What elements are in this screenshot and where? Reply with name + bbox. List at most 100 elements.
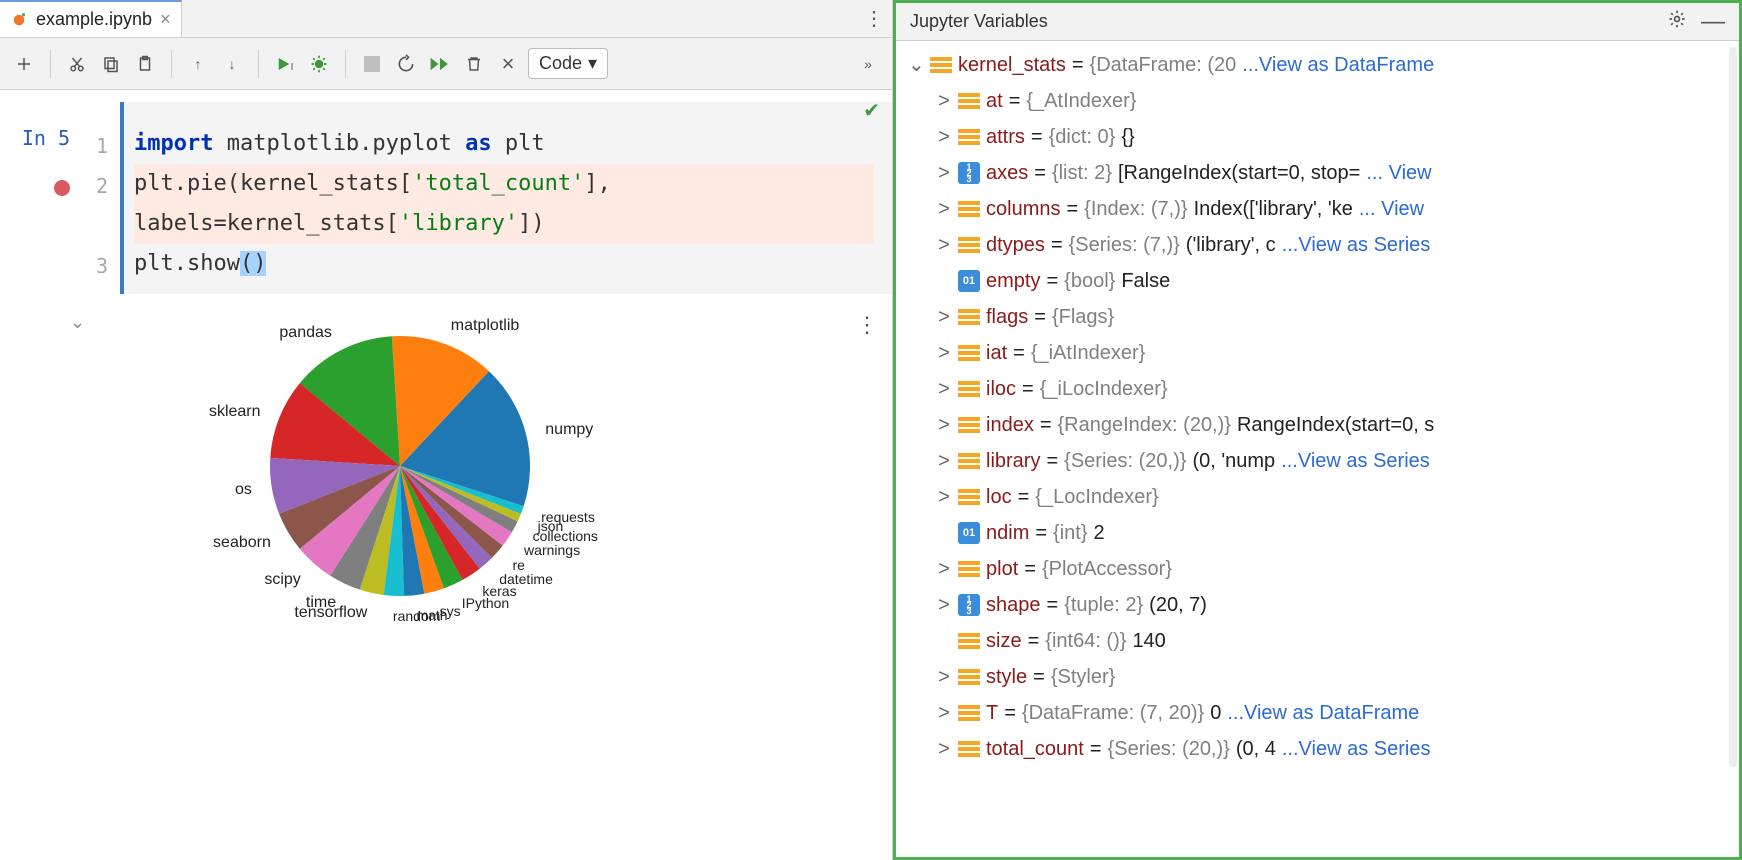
var-item[interactable]: size = {int64: ()} 140: [908, 623, 1727, 659]
tab-bar: example.ipynb × ⋮: [0, 0, 892, 38]
interrupt-button[interactable]: [358, 50, 386, 78]
scrollbar[interactable]: [1729, 47, 1737, 767]
output-collapse-icon[interactable]: ⌄: [70, 312, 85, 333]
panel-title: Jupyter Variables: [910, 11, 1667, 32]
var-item[interactable]: >123shape = {tuple: 2} (20, 7): [908, 587, 1727, 623]
var-item[interactable]: >columns = {Index: (7,)} Index(['library…: [908, 191, 1727, 227]
jupyter-icon: [10, 11, 28, 29]
chevron-right-icon[interactable]: >: [936, 371, 952, 407]
var-item[interactable]: >plot = {PlotAccessor}: [908, 551, 1727, 587]
chevron-right-icon[interactable]: >: [936, 83, 952, 119]
pie-label: scipy: [221, 571, 301, 589]
cut-button[interactable]: [63, 50, 91, 78]
chevron-right-icon[interactable]: >: [936, 587, 952, 623]
object-icon: [958, 378, 980, 400]
var-item[interactable]: >index = {RangeIndex: (20,)} RangeIndex(…: [908, 407, 1727, 443]
code-cell[interactable]: ✔ In 5 1 2 3 import matplotlib.pyplot as…: [0, 90, 892, 294]
object-icon: [958, 630, 980, 652]
cell-type-select[interactable]: Code ▾: [528, 48, 608, 79]
clear-output-button[interactable]: ×: [494, 50, 522, 78]
gear-icon[interactable]: [1667, 9, 1687, 34]
var-item[interactable]: >total_count = {Series: (20,)} (0, 4...V…: [908, 731, 1727, 767]
move-up-button[interactable]: ↑: [184, 50, 212, 78]
chevron-right-icon[interactable]: >: [936, 695, 952, 731]
breakpoint-marker[interactable]: [54, 180, 70, 196]
var-item[interactable]: >iloc = {_iLocIndexer}: [908, 371, 1727, 407]
run-all-button[interactable]: [426, 50, 454, 78]
debug-cell-button[interactable]: [305, 50, 333, 78]
var-item[interactable]: >T = {DataFrame: (7, 20)} 0 ...View as D…: [908, 695, 1727, 731]
toolbar-more-icon[interactable]: »: [854, 50, 882, 78]
paste-button[interactable]: [131, 50, 159, 78]
move-down-button[interactable]: ↓: [218, 50, 246, 78]
object-icon: [958, 306, 980, 328]
primitive-icon: 01: [958, 270, 980, 292]
code-editor[interactable]: import matplotlib.pyplot as plt plt.pie(…: [120, 102, 892, 294]
restart-button[interactable]: [392, 50, 420, 78]
var-item[interactable]: >attrs = {dict: 0} {}: [908, 119, 1727, 155]
var-item[interactable]: >style = {Styler}: [908, 659, 1727, 695]
close-icon[interactable]: ×: [160, 9, 171, 30]
view-as-dataframe-link[interactable]: ...View as DataFrame: [1242, 47, 1434, 83]
object-icon: [958, 450, 980, 472]
var-item[interactable]: >dtypes = {Series: (7,)} ('library', c..…: [908, 227, 1727, 263]
minimize-icon[interactable]: —: [1701, 8, 1725, 36]
list-icon: 123: [958, 594, 980, 616]
view-link[interactable]: ...View as DataFrame: [1227, 695, 1419, 731]
var-item[interactable]: >at = {_AtIndexer}: [908, 83, 1727, 119]
chevron-right-icon[interactable]: >: [936, 335, 952, 371]
chevron-down-icon: ▾: [588, 53, 597, 74]
view-link[interactable]: ... View: [1359, 191, 1424, 227]
add-cell-button[interactable]: [10, 50, 38, 78]
pie-label: seaborn: [191, 534, 271, 552]
output-more-icon[interactable]: ⋮: [856, 312, 878, 338]
tab-example[interactable]: example.ipynb ×: [0, 0, 182, 37]
chevron-right-icon[interactable]: >: [936, 731, 952, 767]
object-icon: [958, 414, 980, 436]
view-link[interactable]: ...View as Series: [1282, 731, 1431, 767]
object-icon: [958, 702, 980, 724]
cell-type-label: Code: [539, 53, 582, 74]
chevron-right-icon[interactable]: >: [936, 227, 952, 263]
var-item[interactable]: 01ndim = {int} 2: [908, 515, 1727, 551]
chevron-right-icon[interactable]: >: [936, 155, 952, 191]
pie-label: os: [172, 481, 252, 499]
chevron-right-icon[interactable]: >: [936, 299, 952, 335]
notebook-toolbar: ↑ ↓ I × Code ▾ »: [0, 38, 892, 90]
copy-button[interactable]: [97, 50, 125, 78]
var-item[interactable]: >123axes = {list: 2} [RangeIndex(start=0…: [908, 155, 1727, 191]
chevron-right-icon[interactable]: >: [936, 551, 952, 587]
list-icon: 123: [958, 162, 980, 184]
primitive-icon: 01: [958, 522, 980, 544]
object-icon: [958, 738, 980, 760]
object-icon: [958, 666, 980, 688]
view-link[interactable]: ... View: [1366, 155, 1431, 191]
view-link[interactable]: ...View as Series: [1281, 443, 1430, 479]
var-item[interactable]: >loc = {_LocIndexer}: [908, 479, 1727, 515]
pie-label: numpy: [545, 421, 593, 439]
pie-label: re: [513, 557, 525, 573]
chevron-down-icon[interactable]: ⌄: [908, 47, 924, 83]
view-link[interactable]: ...View as Series: [1282, 227, 1431, 263]
var-item[interactable]: >iat = {_iAtIndexer}: [908, 335, 1727, 371]
cell-prompt: In 5: [22, 126, 70, 150]
editor-area: ✔ In 5 1 2 3 import matplotlib.pyplot as…: [0, 90, 892, 860]
chevron-right-icon[interactable]: >: [936, 479, 952, 515]
notebook-pane: example.ipynb × ⋮ ↑ ↓ I × Code ▾ » ✔: [0, 0, 893, 860]
chevron-right-icon[interactable]: >: [936, 191, 952, 227]
tab-title: example.ipynb: [36, 9, 152, 30]
chevron-right-icon[interactable]: >: [936, 659, 952, 695]
var-item[interactable]: >library = {Series: (20,)} (0, 'nump...V…: [908, 443, 1727, 479]
var-item[interactable]: >flags = {Flags}: [908, 299, 1727, 335]
run-cell-button[interactable]: I: [271, 50, 299, 78]
variables-tree[interactable]: ⌄ kernel_stats = {DataFrame: (20 ...View…: [896, 41, 1739, 857]
chevron-right-icon[interactable]: >: [936, 407, 952, 443]
tab-more-icon[interactable]: ⋮: [864, 6, 884, 31]
pie-label: pandas: [252, 324, 332, 342]
chevron-right-icon[interactable]: >: [936, 443, 952, 479]
var-root[interactable]: ⌄ kernel_stats = {DataFrame: (20 ...View…: [908, 47, 1727, 83]
object-icon: [958, 486, 980, 508]
delete-cell-button[interactable]: [460, 50, 488, 78]
var-item[interactable]: 01empty = {bool} False: [908, 263, 1727, 299]
chevron-right-icon[interactable]: >: [936, 119, 952, 155]
